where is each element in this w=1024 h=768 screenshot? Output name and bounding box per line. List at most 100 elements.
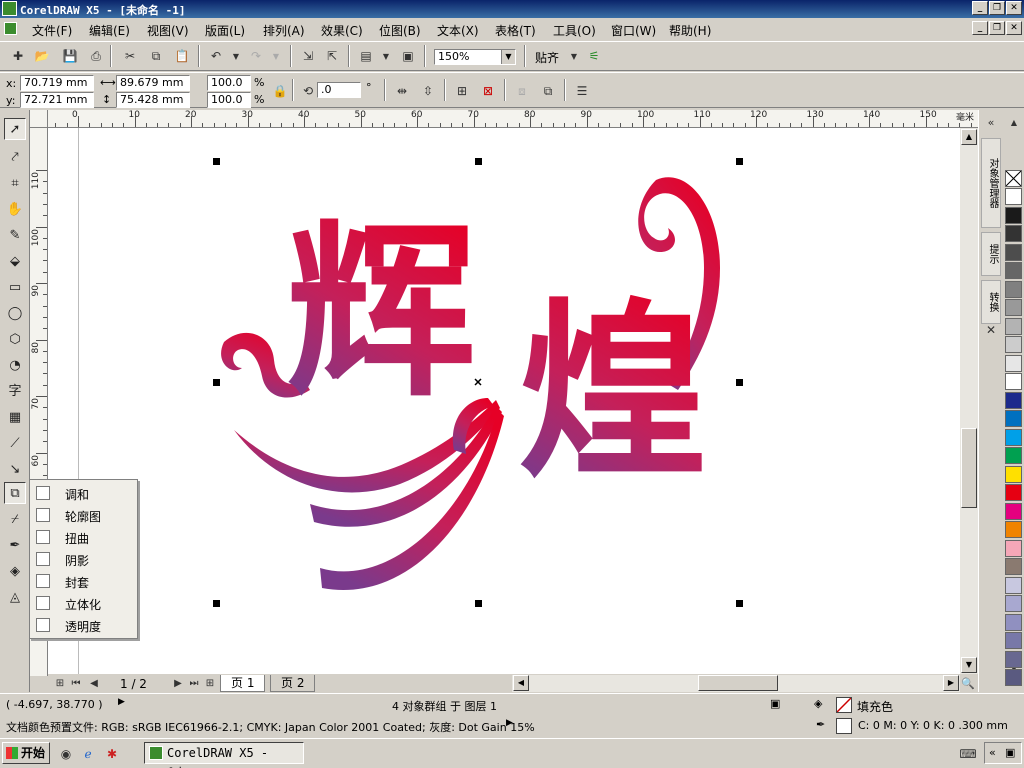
color-swatch[interactable] (1005, 262, 1022, 279)
rotation-angle-field[interactable]: .0 (317, 82, 361, 98)
color-swatch[interactable] (1005, 502, 1022, 520)
scale-x-field[interactable]: 100.0 (207, 75, 251, 91)
ungroup-icon[interactable]: ⊠ (478, 81, 498, 101)
menu-layout[interactable]: 版面(L) (205, 22, 245, 39)
selection-handle-bottom-right[interactable] (736, 600, 743, 607)
color-profile-info[interactable]: 文档颜色预置文件: RGB: sRGB IEC61966-2.1; CMYK: … (6, 719, 535, 735)
export-icon[interactable]: ⇱ (322, 46, 342, 66)
profile-expand-icon[interactable]: ▶ (506, 718, 513, 728)
eyedropper-tool-icon[interactable]: ⌿ (4, 508, 26, 530)
minimize-button[interactable]: _ (972, 1, 988, 15)
add-page-after-icon[interactable]: ⊞ (200, 673, 220, 693)
lock-ratio-icon[interactable]: 🔒 (270, 81, 290, 101)
tray-ime-icon[interactable]: ⌨ (958, 744, 978, 764)
menu-effects[interactable]: 效果(C) (321, 22, 363, 39)
menu-edit[interactable]: 编辑(E) (89, 22, 130, 39)
color-swatch[interactable] (1005, 391, 1022, 409)
snap-to-label[interactable]: 贴齐 (535, 49, 559, 66)
outline-color-indicator[interactable] (836, 718, 852, 734)
first-page-icon[interactable]: ⏮ (66, 673, 86, 693)
drawing-canvas[interactable]: 辉 煌 (48, 128, 960, 674)
tab-page-2[interactable]: 页 2 (270, 675, 316, 692)
text-tool-icon[interactable]: 字 (4, 378, 26, 400)
selection-handle-top[interactable] (475, 158, 482, 165)
tray-expand-icon[interactable]: « (989, 746, 996, 759)
save-icon[interactable]: 💾 (60, 46, 80, 66)
close-button[interactable]: ✕ (1006, 1, 1022, 15)
color-swatch[interactable] (1005, 613, 1022, 631)
ellipse-tool-icon[interactable]: ◯ (4, 302, 26, 324)
ruler-origin[interactable] (30, 110, 48, 128)
flyout-distort[interactable]: 扭曲 (32, 526, 136, 548)
open-icon[interactable]: 📂 (32, 46, 52, 66)
redo-dropdown-icon[interactable]: ▼ (266, 46, 286, 66)
menu-file[interactable]: 文件(F) (32, 22, 72, 39)
x-position-field[interactable]: 70.719 mm (20, 75, 94, 91)
menu-view[interactable]: 视图(V) (147, 22, 189, 39)
smart-fill-tool-icon[interactable]: ⬙ (4, 250, 26, 272)
crop-tool-icon[interactable]: ⌗ (4, 172, 26, 194)
zoom-navigator-icon[interactable]: 🔍 (959, 674, 977, 692)
status-expand-icon[interactable]: ▶ (118, 697, 125, 707)
paste-icon[interactable]: 📋 (172, 46, 192, 66)
y-position-field[interactable]: 72.721 mm (20, 92, 94, 108)
color-swatch[interactable] (1005, 299, 1022, 316)
doc-close-button[interactable]: ✕ (1006, 21, 1022, 35)
scroll-left-button[interactable]: ◀ (513, 675, 529, 691)
horizontal-ruler[interactable]: 100102030405060708090100110120130140150毫… (48, 110, 978, 128)
interactive-fill-tool-icon[interactable]: ◬ (4, 586, 26, 608)
color-swatch[interactable] (1005, 595, 1022, 612)
scroll-down-button[interactable]: ▼ (961, 657, 977, 673)
color-swatch[interactable] (1005, 521, 1022, 538)
group-icon[interactable]: ⊞ (452, 81, 472, 101)
selection-handle-top-left[interactable] (213, 158, 220, 165)
welcome-screen-icon[interactable]: ▣ (398, 46, 418, 66)
docker-collapse-icon[interactable]: « (981, 112, 1001, 132)
menu-window[interactable]: 窗口(W) (611, 22, 656, 39)
break-apart-icon[interactable]: ⧉ (538, 81, 558, 101)
flyout-extrude[interactable]: 立体化 (32, 592, 136, 614)
launcher-dropdown-icon[interactable]: ▼ (376, 46, 396, 66)
dimension-tool-icon[interactable]: ⟋ (4, 432, 26, 454)
no-color-swatch[interactable] (1005, 170, 1022, 187)
flyout-blend[interactable]: 调和 (32, 482, 136, 504)
system-tray[interactable]: « ▣ (984, 742, 1022, 764)
selection-handle-top-right[interactable] (736, 158, 743, 165)
quicklaunch-chrome-icon[interactable]: ◉ (56, 744, 76, 764)
color-swatch[interactable] (1005, 317, 1022, 335)
color-swatch[interactable] (1005, 539, 1022, 557)
import-icon[interactable]: ⇲ (298, 46, 318, 66)
selection-handle-left[interactable] (213, 379, 220, 386)
menu-bitmaps[interactable]: 位图(B) (379, 22, 421, 39)
artwork-group[interactable]: 辉 煌 (48, 128, 960, 674)
rectangle-tool-icon[interactable]: ▭ (4, 276, 26, 298)
copy-icon[interactable]: ⧉ (146, 46, 166, 66)
color-swatch[interactable] (1005, 650, 1022, 668)
redo-icon[interactable]: ↷ (246, 46, 266, 66)
zoom-level-combo[interactable]: 150% ▼ (434, 49, 516, 65)
color-swatch[interactable] (1005, 336, 1022, 353)
freehand-tool-icon[interactable]: ✎ (4, 224, 26, 246)
docker-tab-object-manager[interactable]: 对象管理器 (981, 138, 1001, 228)
snap-status-icon[interactable]: ▣ (770, 697, 780, 710)
doc-minimize-button[interactable]: _ (972, 21, 988, 35)
color-swatch[interactable] (1005, 243, 1022, 261)
horizontal-scroll-thumb[interactable] (698, 675, 778, 691)
color-swatch[interactable] (1005, 465, 1022, 483)
menu-help[interactable]: 帮助(H) (669, 22, 711, 39)
menu-tools[interactable]: 工具(O) (553, 22, 596, 39)
selection-handle-right[interactable] (736, 379, 743, 386)
restore-button[interactable]: ❐ (989, 1, 1005, 15)
print-icon[interactable]: ⎙ (86, 46, 106, 66)
scroll-up-button[interactable]: ▲ (961, 129, 977, 145)
zoom-dropdown-icon[interactable]: ▼ (501, 50, 515, 64)
color-swatch[interactable] (1005, 410, 1022, 427)
combine-icon[interactable]: ⧈ (512, 81, 532, 101)
selection-handle-bottom[interactable] (475, 600, 482, 607)
previous-page-icon[interactable]: ◀ (84, 673, 104, 693)
vertical-scroll-thumb[interactable] (961, 428, 977, 508)
color-swatch[interactable] (1005, 206, 1022, 224)
color-swatch[interactable] (1005, 632, 1022, 649)
flyout-envelope[interactable]: 封套 (32, 570, 136, 592)
doc-restore-button[interactable]: ❐ (989, 21, 1005, 35)
